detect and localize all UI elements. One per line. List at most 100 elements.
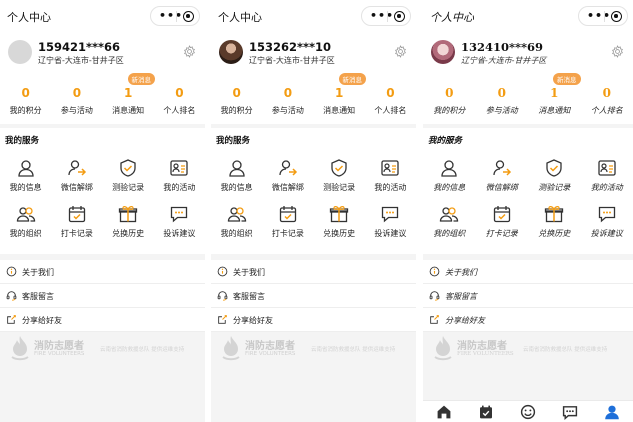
settings-button[interactable] bbox=[394, 43, 407, 58]
footer-org-name: 消防志愿者 bbox=[457, 341, 507, 352]
close-program-button[interactable] bbox=[394, 11, 405, 22]
service-label: 打卡记录 bbox=[60, 229, 93, 238]
service-user[interactable]: 我的信息 bbox=[423, 158, 476, 204]
page-title: 个人中心 bbox=[218, 11, 262, 24]
stats-bar: 0 我的积分 0 参与活动 新消息 1 消息通知 0 个人排名 bbox=[423, 73, 633, 124]
service-calendar[interactable]: 打卡记录 bbox=[262, 204, 313, 250]
stat-item[interactable]: 0 个人排名 bbox=[581, 74, 633, 124]
services-title: 我的服务 bbox=[216, 136, 251, 146]
menu-item-share[interactable]: 分享给好友 bbox=[0, 308, 205, 332]
stat-item[interactable]: 0 参与活动 bbox=[51, 74, 102, 124]
menu-item-share[interactable]: 分享给好友 bbox=[423, 308, 633, 332]
avatar[interactable] bbox=[431, 40, 455, 64]
new-message-badge: 新消息 bbox=[553, 73, 581, 85]
user-icon bbox=[228, 160, 245, 177]
tab-smile[interactable] bbox=[507, 404, 549, 422]
stat-item[interactable]: 0 我的积分 bbox=[0, 74, 51, 124]
menu-item-label: 客服留言 bbox=[233, 292, 265, 301]
service-gift[interactable]: 兑换历史 bbox=[103, 204, 154, 250]
stat-item[interactable]: 0 个人排名 bbox=[365, 74, 416, 124]
avatar[interactable] bbox=[219, 40, 243, 64]
service-unbind[interactable]: 微信解绑 bbox=[51, 158, 102, 204]
share-icon bbox=[218, 315, 227, 324]
gear-icon bbox=[612, 45, 623, 58]
stats-bar: 0 我的积分 0 参与活动 新消息 1 消息通知 0 个人排名 bbox=[0, 73, 205, 124]
service-label: 我的组织 bbox=[9, 229, 42, 238]
service-group[interactable]: 我的组织 bbox=[423, 204, 476, 250]
user-location: 辽宁省-大连市-甘井子区 bbox=[461, 56, 547, 65]
menu-item-info[interactable]: 关于我们 bbox=[423, 260, 633, 284]
menu-item-headset[interactable]: 客服留言 bbox=[211, 284, 416, 308]
menu-item-headset[interactable]: 客服留言 bbox=[423, 284, 633, 308]
service-group[interactable]: 我的组织 bbox=[0, 204, 51, 250]
service-calendar[interactable]: 打卡记录 bbox=[51, 204, 102, 250]
more-options-button[interactable]: ••• bbox=[587, 9, 611, 22]
title-bar: 个人中心 ••• bbox=[0, 0, 205, 32]
service-label: 微信解绑 bbox=[485, 183, 518, 192]
stat-label: 个人排名 bbox=[374, 106, 407, 115]
settings-button[interactable] bbox=[611, 43, 624, 58]
stat-item[interactable]: 0 我的积分 bbox=[423, 74, 476, 124]
tab-checkin[interactable] bbox=[465, 404, 507, 422]
menu-item-label: 分享给好友 bbox=[233, 316, 273, 325]
service-shield-check[interactable]: 测验记录 bbox=[314, 158, 365, 204]
service-activity[interactable]: 我的活动 bbox=[581, 158, 633, 204]
service-gift[interactable]: 兑换历史 bbox=[314, 204, 365, 250]
footer: 消防志愿者 FIRE VOLUNTEERS 云南省消防救援总队 提供运维支持 bbox=[0, 333, 205, 369]
stat-item[interactable]: 0 个人排名 bbox=[154, 74, 205, 124]
more-options-button[interactable]: ••• bbox=[159, 9, 183, 22]
service-unbind[interactable]: 微信解绑 bbox=[262, 158, 313, 204]
service-activity[interactable]: 我的活动 bbox=[154, 158, 205, 204]
headset-icon bbox=[217, 291, 228, 301]
tab-home[interactable] bbox=[423, 404, 465, 422]
more-options-button[interactable]: ••• bbox=[370, 9, 394, 22]
tab-message[interactable] bbox=[549, 404, 591, 422]
menu-list: 关于我们客服留言分享给好友 bbox=[211, 260, 416, 332]
services-title: 我的服务 bbox=[5, 136, 40, 146]
menu-item-info[interactable]: 关于我们 bbox=[211, 260, 416, 284]
tab-profile[interactable] bbox=[591, 404, 633, 422]
service-shield-check[interactable]: 测验记录 bbox=[103, 158, 154, 204]
message-icon bbox=[562, 406, 578, 420]
stat-item[interactable]: 0 我的积分 bbox=[211, 74, 262, 124]
service-chat[interactable]: 投诉建议 bbox=[581, 204, 633, 250]
stat-item[interactable]: 0 参与活动 bbox=[262, 74, 313, 124]
stat-item[interactable]: 0 参与活动 bbox=[476, 74, 529, 124]
checkin-icon bbox=[480, 405, 492, 419]
service-calendar[interactable]: 打卡记录 bbox=[476, 204, 529, 250]
stat-item[interactable]: 新消息 1 消息通知 bbox=[314, 73, 366, 124]
chat-icon bbox=[382, 206, 399, 223]
menu-item-share[interactable]: 分享给好友 bbox=[211, 308, 416, 332]
menu-item-info[interactable]: 关于我们 bbox=[0, 260, 205, 284]
service-user[interactable]: 我的信息 bbox=[0, 158, 51, 204]
service-shield-check[interactable]: 测验记录 bbox=[528, 158, 581, 204]
menu-item-label: 关于我们 bbox=[22, 268, 54, 277]
menu-item-headset[interactable]: 客服留言 bbox=[0, 284, 205, 308]
service-group[interactable]: 我的组织 bbox=[211, 204, 262, 250]
stat-item[interactable]: 新消息 1 消息通知 bbox=[103, 73, 155, 124]
service-chat[interactable]: 投诉建议 bbox=[365, 204, 416, 250]
close-program-button[interactable] bbox=[611, 11, 622, 22]
headset-icon bbox=[6, 291, 17, 301]
stat-value: 0 bbox=[283, 86, 293, 100]
avatar[interactable] bbox=[8, 40, 32, 64]
settings-button[interactable] bbox=[183, 43, 196, 58]
user-id: 132410***69 bbox=[461, 40, 544, 54]
service-activity[interactable]: 我的活动 bbox=[365, 158, 416, 204]
unbind-icon bbox=[279, 160, 297, 176]
service-gift[interactable]: 兑换历史 bbox=[528, 204, 581, 250]
services-section: 我的服务 我的信息 微信解绑 测验记录 我的活动 我的组织 打卡记录 兑换历史 投诉建议 bbox=[423, 128, 633, 254]
profile-icon bbox=[605, 405, 619, 420]
service-user[interactable]: 我的信息 bbox=[211, 158, 262, 204]
service-label: 我的组织 bbox=[433, 229, 466, 238]
service-chat[interactable]: 投诉建议 bbox=[154, 204, 205, 250]
shield-check-icon bbox=[546, 159, 562, 177]
smile-icon bbox=[520, 404, 536, 420]
close-program-button[interactable] bbox=[183, 11, 194, 22]
menu-list: 关于我们客服留言 分享给好友 bbox=[0, 260, 205, 332]
service-label: 我的组织 bbox=[220, 229, 253, 238]
service-label: 测验记录 bbox=[112, 183, 145, 192]
service-label: 测验记录 bbox=[323, 183, 356, 192]
service-unbind[interactable]: 微信解绑 bbox=[476, 158, 529, 204]
stat-item[interactable]: 新消息 1 消息通知 bbox=[528, 73, 581, 124]
